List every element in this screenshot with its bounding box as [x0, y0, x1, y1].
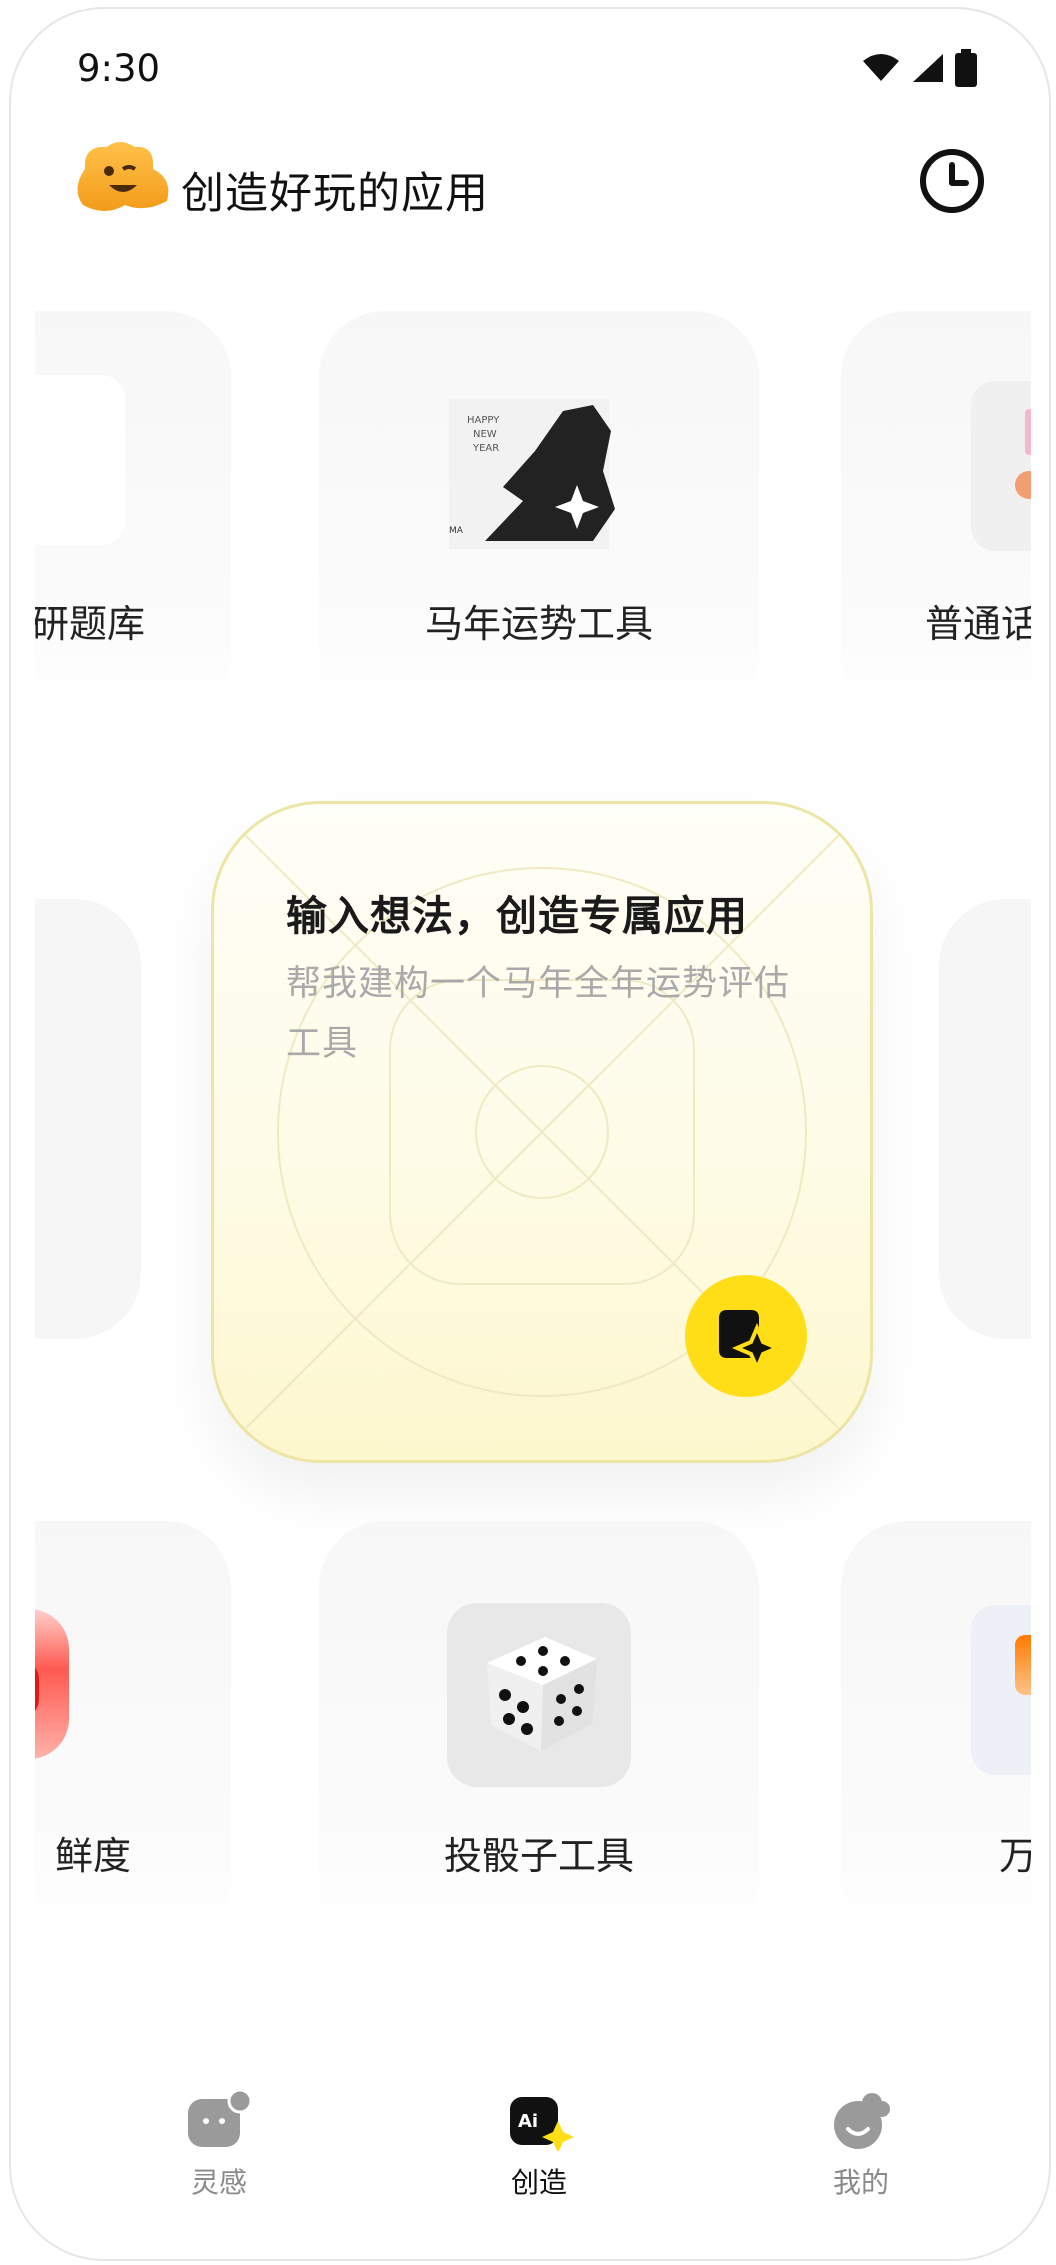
status-time: 9:30 — [77, 47, 161, 90]
svg-text:HAPPY: HAPPY — [467, 415, 500, 426]
battery-icon — [955, 49, 977, 87]
app-carousel-row-1: 研题库 HAPPY NEW YEAR MA 马年运势工具 普通话 — [35, 311, 1031, 731]
phone-screen: 9:30 创造好玩的应用 研题库 HAPPY NEW YEAR MA 马年运势工… — [9, 7, 1051, 2261]
history-clock-icon[interactable] — [916, 145, 988, 217]
idea-input-card[interactable]: 输入想法，创造专属应用 帮我建构一个马年全年运势评估工具 — [211, 801, 873, 1463]
app-thumbnail — [971, 1605, 1031, 1775]
horse-fortune-thumbnail: HAPPY NEW YEAR MA — [449, 399, 615, 549]
inspiration-icon — [188, 2088, 253, 2147]
app-card-label: 投骰子工具 — [443, 1834, 634, 1878]
svg-text:NEW: NEW — [473, 429, 497, 440]
idea-input-field[interactable]: 帮我建构一个马年全年运势评估工具 — [286, 954, 806, 1074]
side-card-left[interactable] — [35, 899, 141, 1339]
status-icons — [861, 49, 977, 87]
bottom-tab-bar: 灵感 Ai 创造 我的 — [11, 2088, 1049, 2229]
app-card-horse-fortune[interactable]: HAPPY NEW YEAR MA 马年运势工具 — [319, 311, 759, 727]
wifi-icon — [863, 54, 899, 81]
signal-icon — [913, 54, 943, 82]
side-card-right[interactable] — [939, 899, 1031, 1339]
app-logo-icon — [77, 142, 169, 211]
tab-label: 我的 — [832, 2166, 889, 2199]
tab-profile[interactable]: 我的 — [781, 2089, 941, 2201]
app-card[interactable]: 万 — [841, 1521, 1031, 1951]
profile-icon — [834, 2093, 890, 2149]
app-card-label: 万 — [999, 1825, 1031, 1880]
app-thumbnail — [35, 375, 125, 545]
idea-title: 输入想法，创造专属应用 — [286, 892, 748, 940]
app-thumbnail — [35, 1609, 95, 1759]
dice-thumbnail — [447, 1603, 631, 1787]
app-thumbnail — [971, 381, 1031, 551]
svg-text:Ai: Ai — [518, 2111, 538, 2132]
app-card[interactable]: 普通话 — [841, 311, 1031, 727]
app-carousel-row-3: 鲜度 投骰子工具 万 — [35, 1521, 1031, 1961]
svg-text:MA: MA — [449, 526, 464, 536]
app-card-label: 鲜度 — [54, 1834, 131, 1878]
app-card-dice[interactable]: 投骰子工具 — [319, 1521, 759, 1951]
tab-label: 创造 — [510, 2166, 567, 2199]
page-title: 创造好玩的应用 — [181, 169, 489, 219]
app-card-label: 研题库 — [35, 602, 145, 646]
app-card[interactable]: 研题库 — [35, 311, 231, 727]
svg-text:YEAR: YEAR — [472, 443, 499, 454]
create-app-button[interactable] — [685, 1275, 807, 1397]
tab-inspiration[interactable]: 灵感 — [139, 2088, 299, 2201]
tab-label: 灵感 — [190, 2166, 247, 2199]
app-card[interactable]: 鲜度 — [35, 1521, 231, 1951]
ai-create-icon: Ai — [510, 2097, 574, 2153]
app-card-label: 普通话 — [925, 602, 1031, 646]
app-card-label: 马年运势工具 — [424, 602, 653, 646]
sparkle-create-icon — [719, 1310, 779, 1366]
tab-create[interactable]: Ai 创造 — [459, 2089, 619, 2201]
